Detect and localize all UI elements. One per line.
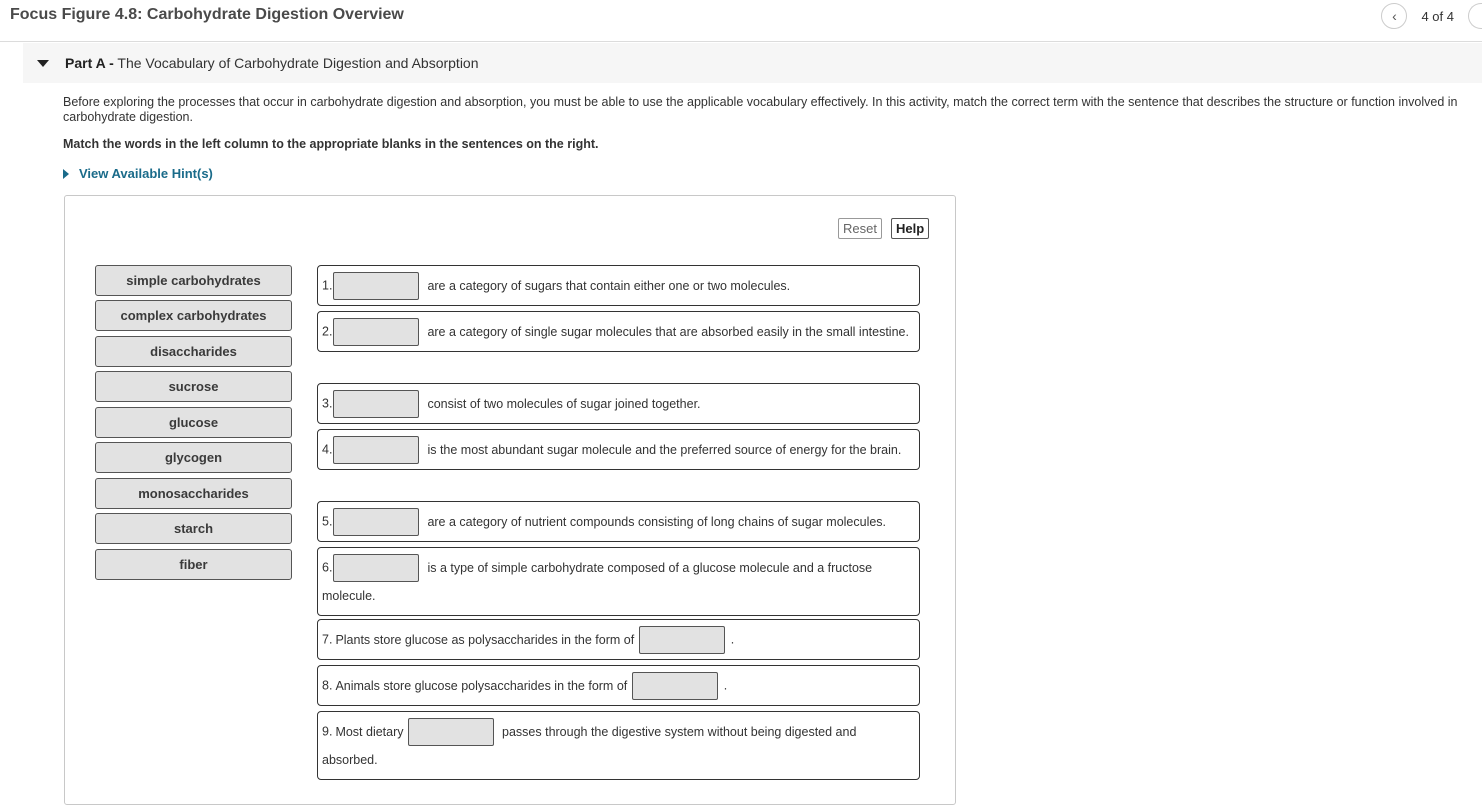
top-bar: Focus Figure 4.8: Carbohydrate Digestion… (0, 0, 1482, 42)
view-hints-link[interactable]: View Available Hint(s) (63, 166, 213, 181)
sentence-number: 4. (322, 442, 333, 457)
matching-activity: Reset Help simple carbohydrates complex c… (64, 195, 956, 805)
caret-right-icon (63, 168, 69, 179)
sentence-number: 9. (322, 724, 333, 739)
sentence-number: 5. (322, 514, 333, 529)
sentence-text-after: . (723, 678, 728, 693)
chevron-left-icon: ‹ (1392, 8, 1397, 24)
help-button[interactable]: Help (891, 218, 930, 239)
sentence-text-after: are a category of single sugar molecules… (427, 324, 909, 339)
term-tile[interactable]: sucrose (95, 371, 292, 402)
sentence-number: 1. (322, 278, 333, 293)
sentence-text-after: is the most abundant sugar molecule and … (427, 442, 902, 457)
sentence-text-before: Animals store glucose polysaccharides in… (335, 678, 628, 693)
term-tile[interactable]: disaccharides (95, 336, 292, 367)
sentence-item: 4. is the most abundant sugar molecule an… (317, 429, 920, 470)
sentence-text-after: . (730, 632, 735, 647)
drop-target-blank[interactable] (333, 507, 420, 536)
drop-target-blank[interactable] (408, 717, 495, 746)
drop-target-blank[interactable] (631, 671, 718, 700)
term-tile[interactable]: monosaccharides (95, 478, 292, 509)
reset-button[interactable]: Reset (838, 218, 882, 239)
sentence-item: 2. are a category of single sugar molecul… (317, 311, 920, 352)
sentence-number: 8. (322, 678, 333, 693)
previous-item-button[interactable]: ‹ (1381, 3, 1408, 29)
sentence-item: 3. consist of two molecules of sugar join… (317, 383, 920, 424)
part-a-header[interactable]: Part A - The Vocabulary of Carbohydrate … (23, 43, 1482, 83)
drop-target-blank[interactable] (638, 625, 725, 654)
sentence-text-after: are a category of nutrient compounds con… (427, 514, 887, 529)
drop-target-blank[interactable] (333, 271, 420, 300)
drop-target-blank[interactable] (333, 553, 420, 582)
sentence-number: 3. (322, 396, 333, 411)
instruction-text: Match the words in the left column to th… (63, 137, 599, 151)
term-tile[interactable]: simple carbohydrates (95, 265, 292, 296)
part-label: Part A - (65, 55, 114, 71)
sentence-text-before: Most dietary (335, 724, 404, 739)
part-name: The Vocabulary of Carbohydrate Digestion… (117, 55, 479, 71)
sentence-text-after: are a category of sugars that contain ei… (427, 278, 791, 293)
next-item-button[interactable] (1468, 3, 1482, 29)
term-tile[interactable]: complex carbohydrates (95, 300, 292, 331)
term-tile[interactable]: glucose (95, 407, 292, 438)
term-tile[interactable]: fiber (95, 549, 292, 580)
drop-target-blank[interactable] (333, 435, 420, 464)
term-tile[interactable]: glycogen (95, 442, 292, 473)
sentence-item: 9. Most dietary passes through the digest… (317, 711, 920, 781)
hint-label: View Available Hint(s) (79, 166, 213, 181)
sentence-number: 7. (322, 632, 333, 647)
part-title: Part A - The Vocabulary of Carbohydrate … (65, 55, 479, 71)
sentence-item: 8. Animals store glucose polysaccharides … (317, 665, 920, 706)
drop-target-blank[interactable] (333, 389, 420, 418)
sentence-number: 2. (322, 324, 333, 339)
sentence-item: 1. are a category of sugars that contain … (317, 265, 920, 306)
sentence-item: 7. Plants store glucose as polysaccharide… (317, 619, 920, 660)
sentence-number: 6. (322, 560, 333, 575)
drop-target-blank[interactable] (333, 317, 420, 346)
sentence-text-before: Plants store glucose as polysaccharides … (335, 632, 635, 647)
intro-text: Before exploring the processes that occu… (63, 95, 1458, 124)
page-count: 4 of 4 (1421, 8, 1454, 24)
page-title: Focus Figure 4.8: Carbohydrate Digestion… (10, 6, 404, 23)
caret-down-icon[interactable] (37, 59, 49, 67)
sentence-item: 5. are a category of nutrient compounds c… (317, 501, 920, 542)
item-navigation: ‹ 4 of 4 (1381, 3, 1482, 29)
term-tile[interactable]: starch (95, 513, 292, 544)
sentence-item: 6. is a type of simple carbohydrate compo… (317, 547, 920, 617)
sentence-text-after: consist of two molecules of sugar joined… (427, 396, 701, 411)
